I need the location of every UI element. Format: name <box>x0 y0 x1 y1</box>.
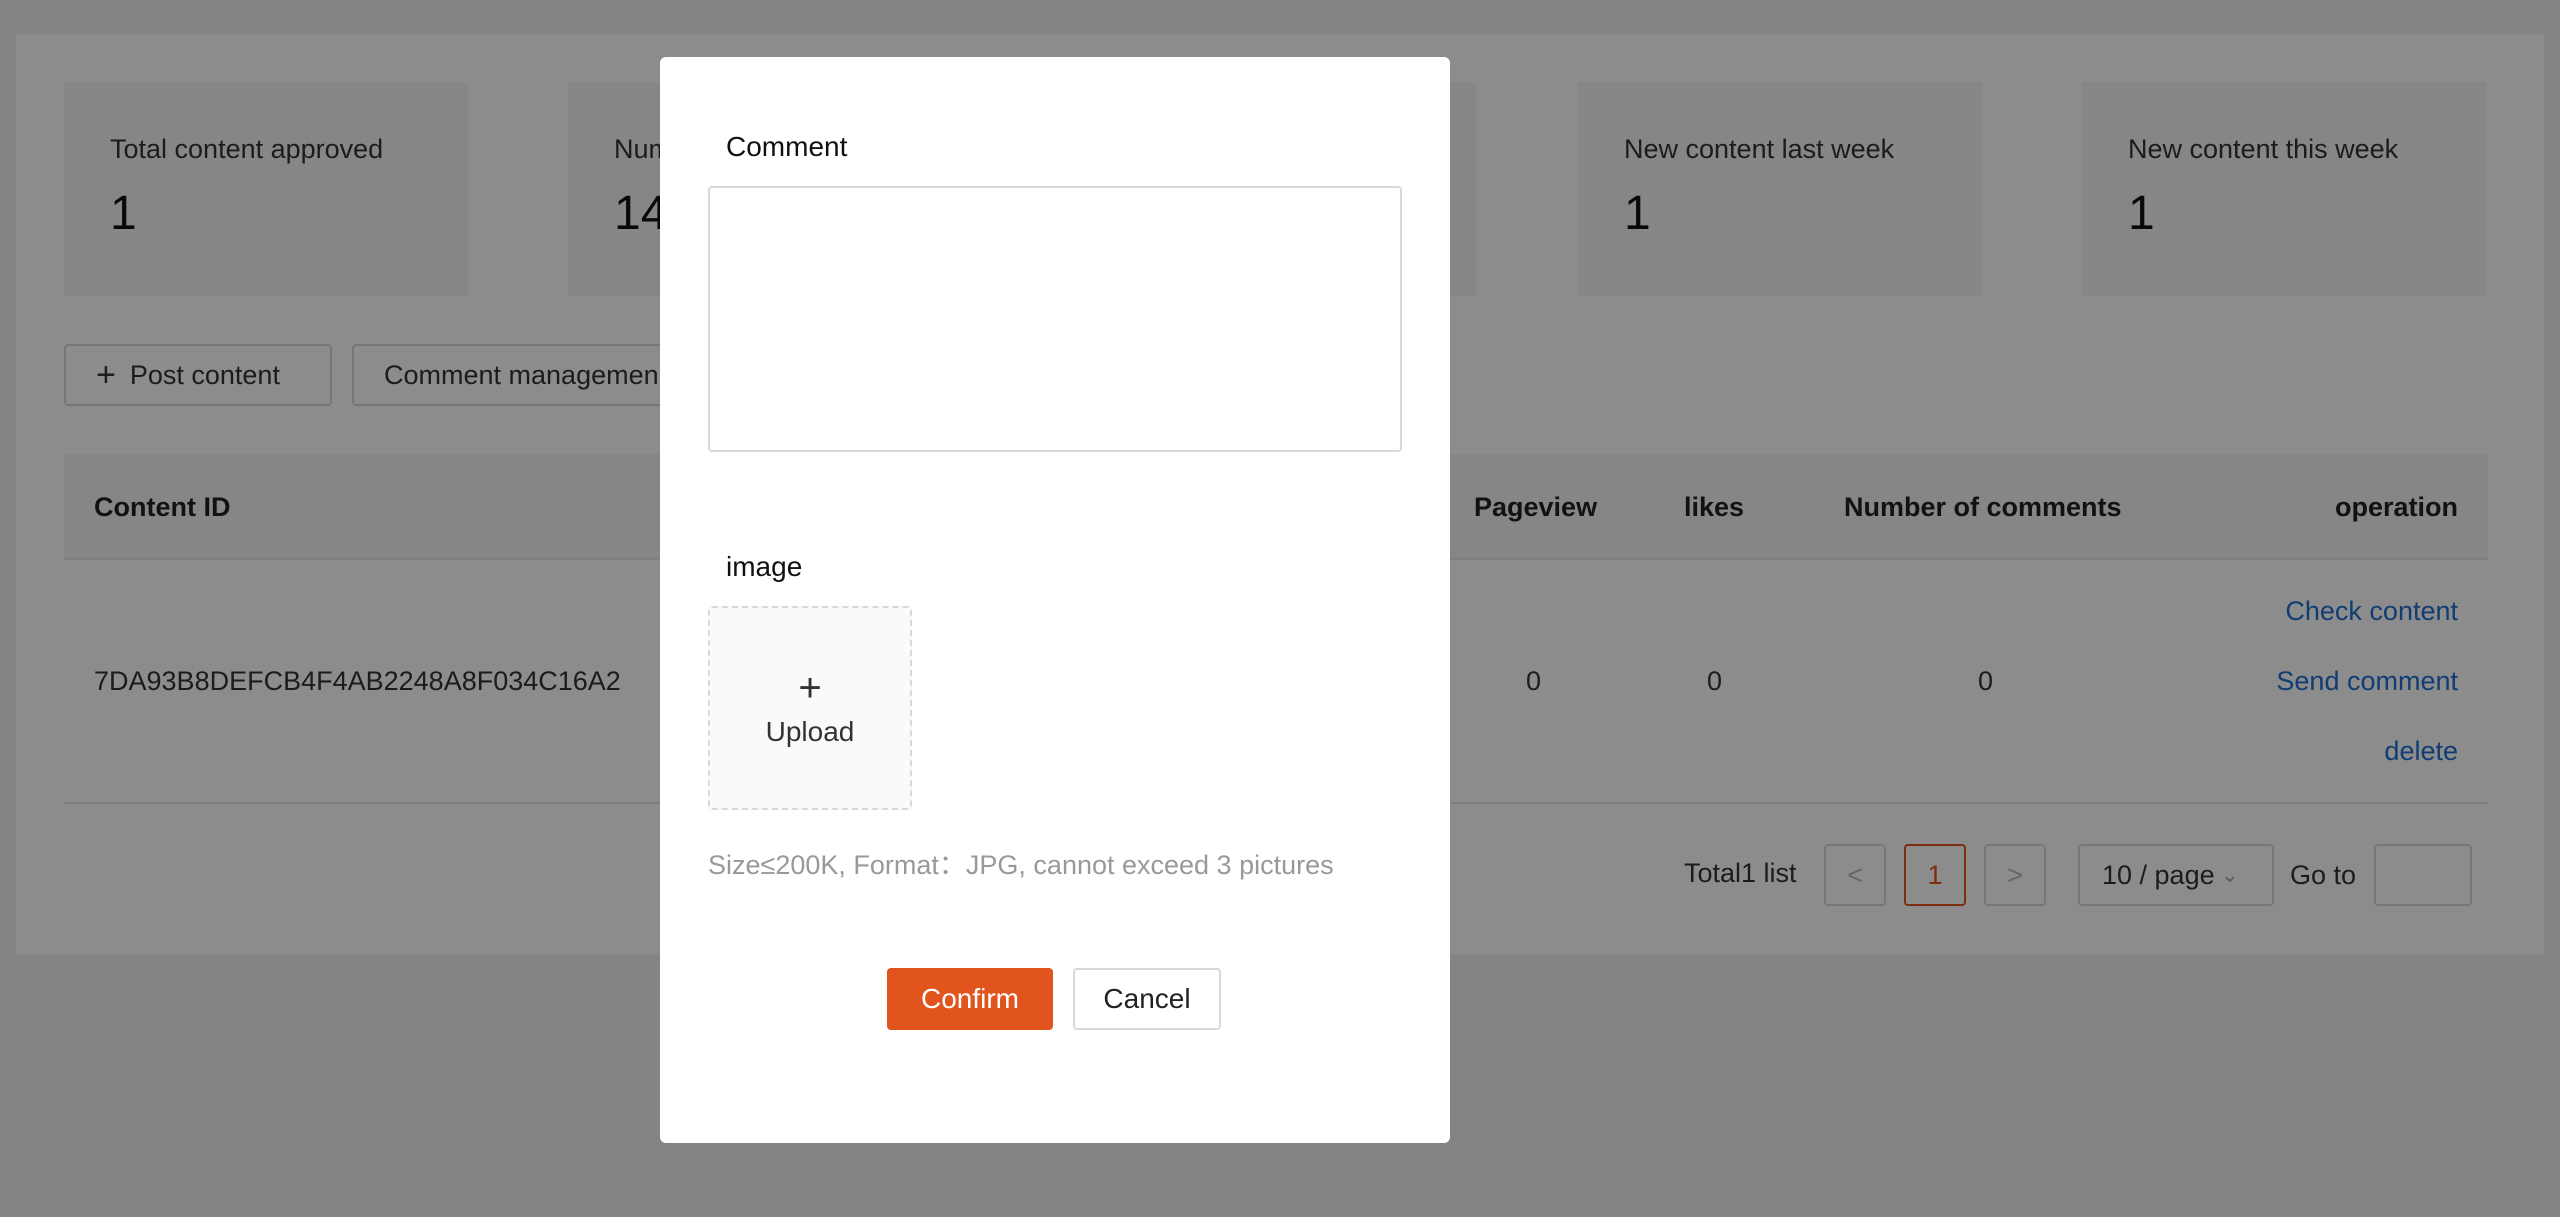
confirm-button[interactable]: Confirm <box>887 968 1053 1030</box>
send-comment-dialog: Comment image + Upload Size≤200K, Format… <box>660 57 1450 1143</box>
plus-icon: + <box>798 666 822 710</box>
comment-label: Comment <box>726 131 848 162</box>
upload-label: Upload <box>765 716 855 747</box>
cancel-button[interactable]: Cancel <box>1073 968 1221 1030</box>
upload-hint: Size≤200K, Format：JPG, cannot exceed 3 p… <box>708 850 1334 880</box>
image-label: image <box>726 551 803 582</box>
comment-textarea[interactable] <box>708 186 1402 452</box>
image-upload[interactable]: + Upload <box>708 606 912 810</box>
